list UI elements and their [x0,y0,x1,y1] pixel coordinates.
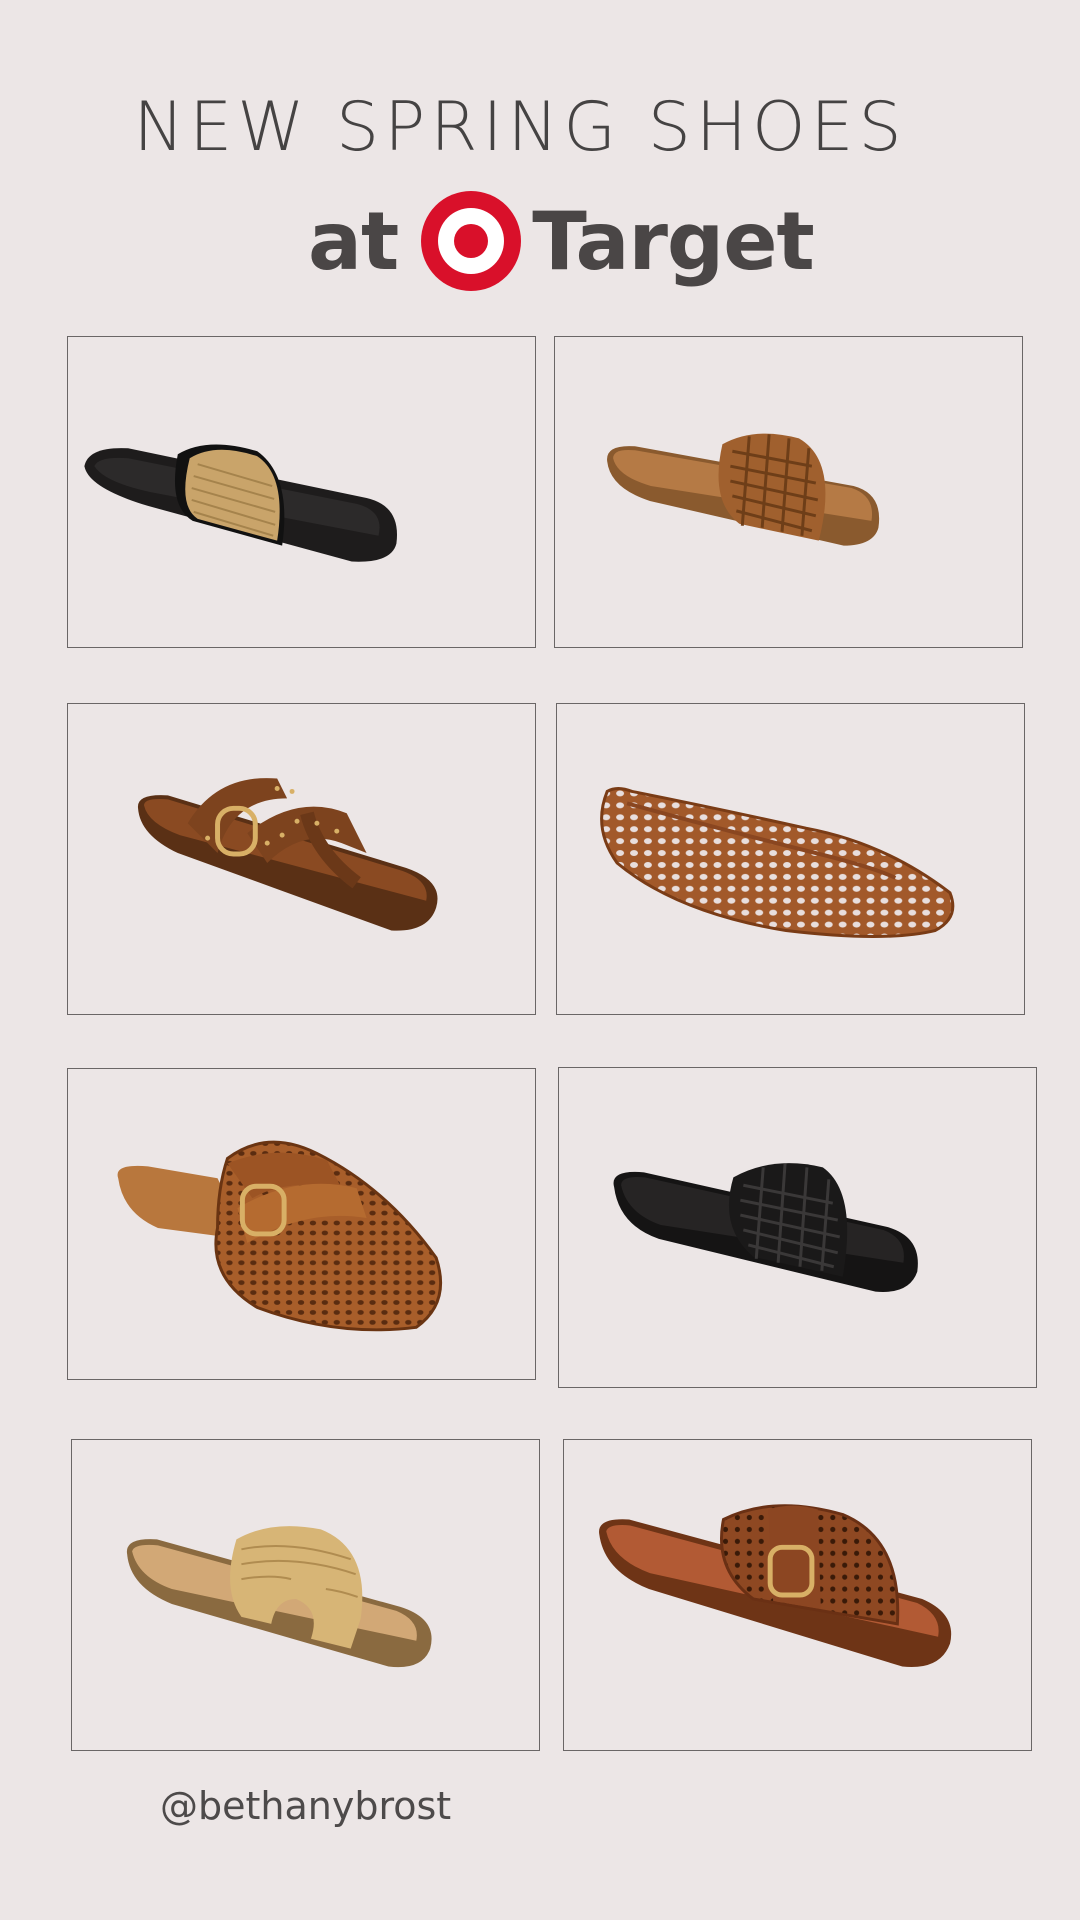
brand-prefix: at [308,194,399,288]
product-tile-8[interactable] [563,1439,1032,1751]
author-handle: @bethanybrost [160,1784,452,1828]
brand-name: Target [532,194,814,288]
product-image-perforated-buckle-slide [599,1504,952,1668]
product-tile-3[interactable] [67,703,536,1015]
product-tile-2[interactable] [554,336,1023,648]
product-tile-4[interactable] [556,703,1025,1015]
product-tile-6[interactable] [558,1067,1037,1388]
product-image-black-straw-slide [84,444,398,562]
product-image-raffia-cutout-slide [126,1526,432,1668]
product-image-woven-ballet-flat [600,786,955,938]
product-image-black-woven-slide [613,1163,918,1292]
product-tile-5[interactable] [67,1068,536,1380]
page-title: NEW SPRING SHOES [133,88,907,167]
product-tile-1[interactable] [67,336,536,648]
product-image-studded-buckle-sandal [137,778,438,931]
product-image-cognac-woven-slide [607,433,880,546]
brand-line: at Target [308,190,815,292]
target-bullseye-icon [421,191,522,291]
product-tile-7[interactable] [71,1439,540,1751]
product-image-woven-buckle-mule [117,1140,443,1332]
